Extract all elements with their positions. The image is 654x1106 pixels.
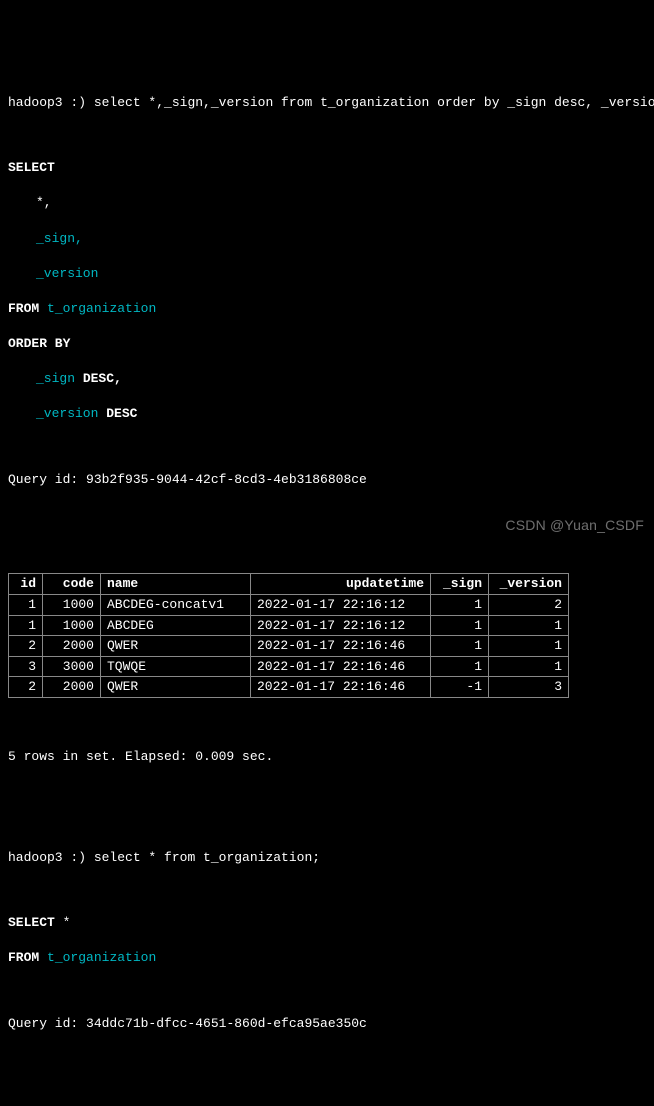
query2-raw: select * from t_organization; (94, 850, 320, 865)
sql-select: SELECT (8, 159, 646, 177)
query1-raw: select *,_sign,_version from t_organizat… (94, 95, 654, 110)
sql-star: *, (8, 194, 646, 212)
sql2-from: FROM t_organization (8, 949, 646, 967)
shell-prompt: hadoop3 :) (8, 850, 94, 865)
sql2-select: SELECT * (8, 914, 646, 932)
sql-from: FROM t_organization (8, 300, 646, 318)
sql-order2: _version DESC (8, 405, 646, 423)
table-row: 11000ABCDEG-concatv12022-01-17 22:16:121… (9, 594, 569, 615)
sql-col-version: _version (8, 265, 646, 283)
table-row: 22000QWER2022-01-17 22:16:46-13 (9, 677, 569, 698)
table-row: 33000TQWQE2022-01-17 22:16:4611 (9, 656, 569, 677)
sql-col-sign: _sign, (8, 230, 646, 248)
sql-orderby: ORDER BY (8, 335, 646, 353)
table-header: id code name updatetime _sign _version (9, 574, 569, 595)
table-row: 11000ABCDEG2022-01-17 22:16:1211 (9, 615, 569, 636)
query1-summary: 5 rows in set. Elapsed: 0.009 sec. (8, 748, 646, 766)
watermark: CSDN @Yuan_CSDF (505, 516, 644, 535)
query1-id: Query id: 93b2f935-9044-42cf-8cd3-4eb318… (8, 471, 646, 489)
shell-prompt: hadoop3 :) (8, 95, 94, 110)
command-line-1[interactable]: hadoop3 :) select *,_sign,_version from … (8, 94, 646, 112)
command-line-2[interactable]: hadoop3 :) select * from t_organization; (8, 849, 646, 867)
sql-order1: _sign DESC, (8, 370, 646, 388)
result-table-1: id code name updatetime _sign _version 1… (8, 573, 569, 697)
query2-id: Query id: 34ddc71b-dfcc-4651-860d-efca95… (8, 1015, 646, 1033)
table-row: 22000QWER2022-01-17 22:16:4611 (9, 636, 569, 657)
